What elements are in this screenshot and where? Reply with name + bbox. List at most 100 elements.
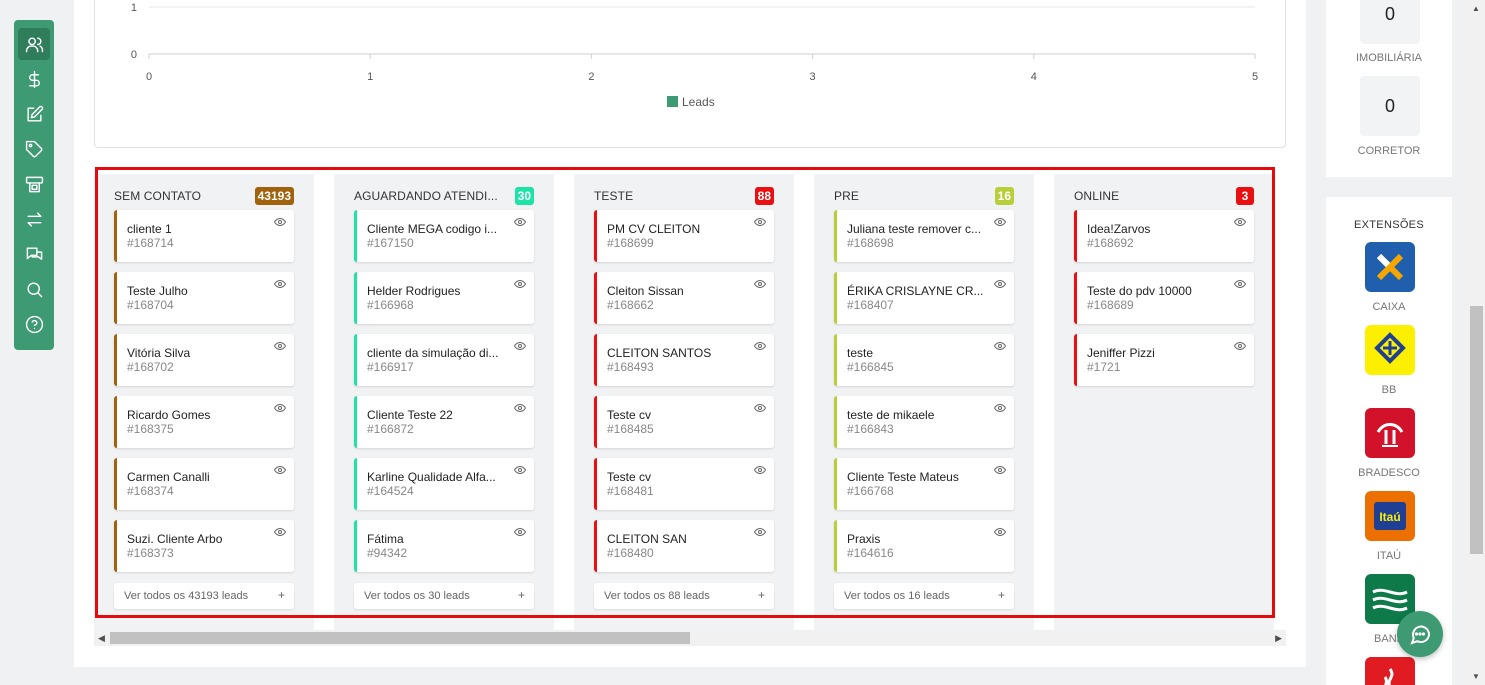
lead-code: #94342 xyxy=(367,546,408,560)
eye-icon[interactable] xyxy=(753,401,768,415)
lead-card[interactable]: Cliente MEGA codigo i... #167150 xyxy=(354,210,534,262)
kanban-column: SEM CONTATO 43193 cliente 1 #168714 Teste Ju… xyxy=(94,174,314,630)
eye-icon[interactable] xyxy=(273,339,288,353)
lead-card[interactable]: Juliana teste remover c... #168698 xyxy=(834,210,1014,262)
bradesco-logo[interactable] xyxy=(1365,408,1415,458)
lead-card[interactable]: cliente 1 #168714 xyxy=(114,210,294,262)
bb-logo[interactable] xyxy=(1365,325,1415,375)
lead-card[interactable]: Suzi. Cliente Arbo #168373 xyxy=(114,520,294,572)
eye-icon[interactable] xyxy=(513,277,528,291)
lead-card[interactable]: Praxis #164616 xyxy=(834,520,1014,572)
lead-card[interactable]: Teste Julho #168704 xyxy=(114,272,294,324)
scroll-left-icon[interactable]: ◀ xyxy=(98,633,105,644)
lead-card[interactable]: Idea!Zarvos #168692 xyxy=(1074,210,1254,262)
lead-code: #168480 xyxy=(607,546,654,560)
nav-transfer[interactable] xyxy=(18,203,50,235)
lead-name: Fátima xyxy=(367,532,404,546)
eye-icon[interactable] xyxy=(273,401,288,415)
lead-card[interactable]: Jeniffer Pizzi #1721 xyxy=(1074,334,1254,386)
lead-name: Cliente Teste Mateus xyxy=(847,470,959,484)
view-all-leads-button[interactable]: Ver todos os 30 leads + xyxy=(354,583,534,609)
page-vertical-scrollbar[interactable]: ▲ ▼ xyxy=(1468,0,1485,685)
santander-logo[interactable] xyxy=(1365,657,1415,685)
column-header: ONLINE 3 xyxy=(1074,187,1254,205)
eye-icon[interactable] xyxy=(273,525,288,539)
view-all-label: Ver todos os 43193 leads xyxy=(124,590,249,602)
view-all-leads-button[interactable]: Ver todos os 16 leads + xyxy=(834,583,1014,609)
lead-card[interactable]: Teste cv #168485 xyxy=(594,396,774,448)
nav-messages[interactable] xyxy=(18,238,50,270)
kanban-horizontal-scrollbar[interactable]: ◀ ▶ xyxy=(94,630,1286,646)
lead-card[interactable]: Cliente Teste 22 #166872 xyxy=(354,396,534,448)
lead-card[interactable]: Cleiton Sissan #168662 xyxy=(594,272,774,324)
eye-icon[interactable] xyxy=(513,463,528,477)
stat-corretor-value: 0 xyxy=(1360,76,1420,136)
chat-button[interactable] xyxy=(1397,611,1443,657)
nav-help[interactable] xyxy=(18,308,50,340)
eye-icon[interactable] xyxy=(993,463,1008,477)
help-icon xyxy=(25,315,43,333)
eye-icon[interactable] xyxy=(993,215,1008,229)
itau-logo[interactable]: Itaú xyxy=(1365,491,1415,541)
lead-card[interactable]: Karline Qualidade Alfa... #164524 xyxy=(354,458,534,510)
lead-card[interactable]: PM CV CLEITON #168699 xyxy=(594,210,774,262)
lead-card[interactable]: CLEITON SAN #168480 xyxy=(594,520,774,572)
nav-leads[interactable] xyxy=(18,28,50,60)
eye-icon[interactable] xyxy=(993,277,1008,291)
nav-search[interactable] xyxy=(18,273,50,305)
eye-icon[interactable] xyxy=(1233,277,1248,291)
eye-icon[interactable] xyxy=(1233,339,1248,353)
scrollbar-thumb[interactable] xyxy=(110,632,690,644)
lead-card[interactable]: Ricardo Gomes #168375 xyxy=(114,396,294,448)
view-all-leads-button[interactable]: Ver todos os 88 leads + xyxy=(594,583,774,609)
nav-financial[interactable] xyxy=(18,63,50,95)
eye-icon[interactable] xyxy=(753,277,768,291)
view-all-leads-button[interactable]: Ver todos os 43193 leads + xyxy=(114,583,294,609)
scroll-right-icon[interactable]: ▶ xyxy=(1275,633,1282,644)
lead-card[interactable]: ÉRIKA CRISLAYNE CR... #168407 xyxy=(834,272,1014,324)
lead-card[interactable]: Fátima #94342 xyxy=(354,520,534,572)
lead-code: #168375 xyxy=(127,422,174,436)
eye-icon[interactable] xyxy=(273,277,288,291)
lead-name: cliente da simulação di... xyxy=(367,346,499,360)
page-scrollbar-thumb[interactable] xyxy=(1470,306,1483,554)
eye-icon[interactable] xyxy=(753,525,768,539)
eye-icon[interactable] xyxy=(513,215,528,229)
eye-icon[interactable] xyxy=(273,463,288,477)
eye-icon[interactable] xyxy=(513,525,528,539)
eye-icon[interactable] xyxy=(273,215,288,229)
lead-card[interactable]: Carmen Canalli #168374 xyxy=(114,458,294,510)
eye-icon[interactable] xyxy=(753,463,768,477)
column-count-badge: 43193 xyxy=(254,187,294,205)
scroll-up-icon[interactable]: ▲ xyxy=(1472,4,1480,13)
caixa-logo[interactable] xyxy=(1365,242,1415,292)
eye-icon[interactable] xyxy=(993,339,1008,353)
lead-card[interactable]: Cliente Teste Mateus #166768 xyxy=(834,458,1014,510)
eye-icon[interactable] xyxy=(753,339,768,353)
lead-card[interactable]: Helder Rodrigues #166968 xyxy=(354,272,534,324)
lead-card[interactable]: CLEITON SANTOS #168493 xyxy=(594,334,774,386)
eye-icon[interactable] xyxy=(993,401,1008,415)
search-icon xyxy=(26,281,42,297)
lead-card[interactable]: cliente da simulação di... #166917 xyxy=(354,334,534,386)
eye-icon[interactable] xyxy=(993,525,1008,539)
lead-code: #1721 xyxy=(1087,360,1121,374)
eye-icon[interactable] xyxy=(513,339,528,353)
lead-card[interactable]: teste #166845 xyxy=(834,334,1014,386)
eye-icon[interactable] xyxy=(753,215,768,229)
lead-name: Helder Rodrigues xyxy=(367,284,461,298)
x-tick-label: 3 xyxy=(810,71,816,83)
scroll-down-icon[interactable]: ▼ xyxy=(1472,672,1480,681)
lead-code: #168407 xyxy=(847,298,894,312)
lead-card[interactable]: teste de mikaele #166843 xyxy=(834,396,1014,448)
lead-card[interactable]: Teste do pdv 10000 #168689 xyxy=(1074,272,1254,324)
lead-card[interactable]: Teste cv #168481 xyxy=(594,458,774,510)
extensions-title: EXTENSÕES xyxy=(1354,219,1424,231)
nav-edit[interactable] xyxy=(18,98,50,130)
eye-icon[interactable] xyxy=(513,401,528,415)
sidebar xyxy=(14,20,54,350)
nav-atm[interactable] xyxy=(18,168,50,200)
lead-card[interactable]: Vitória Silva #168702 xyxy=(114,334,294,386)
nav-tags[interactable] xyxy=(18,133,50,165)
eye-icon[interactable] xyxy=(1233,215,1248,229)
